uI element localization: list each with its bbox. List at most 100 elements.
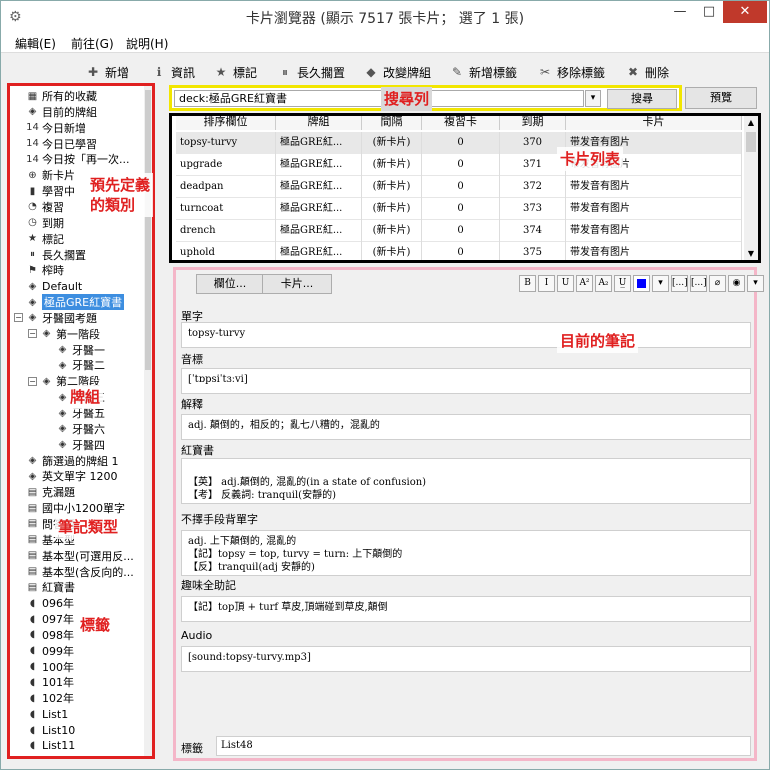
sidebar-item[interactable]: ◖ List1 <box>26 706 68 722</box>
format-button[interactable]: [...] <box>690 275 707 292</box>
sidebar-item[interactable]: ⚑ 榨時 <box>26 262 64 278</box>
sidebar-item[interactable]: ◖ 102年 <box>26 690 74 706</box>
column-header[interactable]: 間隔 <box>362 116 422 130</box>
sidebar-item[interactable]: ◈ 目前的牌組 <box>26 104 97 120</box>
format-button[interactable]: ⌀ <box>709 275 726 292</box>
field-editor[interactable]: adj. 上下顛倒的, 混亂的 【記】topsy = top, turvy = … <box>181 530 751 576</box>
toolbar-info-button[interactable]: ℹ 資訊 <box>151 63 195 81</box>
search-history-dropdown[interactable]: ▾ <box>585 90 601 107</box>
toolbar-plus-button[interactable]: ✚ 新增 <box>85 63 129 81</box>
format-button[interactable]: ◉ <box>728 275 745 292</box>
sidebar-item[interactable]: ◈ Default <box>26 278 83 294</box>
sidebar-item[interactable]: ◖ List10 <box>26 722 75 738</box>
field-editor[interactable]: [ˈtɒpsiˈtɜːvi] <box>181 368 751 394</box>
sidebar-item[interactable]: ◖ 096年 <box>26 595 74 611</box>
expand-toggle-icon[interactable]: − <box>14 313 23 323</box>
sidebar-item[interactable]: ◈ 極品GRE紅寶書 <box>26 294 125 311</box>
format-button[interactable]: B <box>519 275 536 292</box>
menu-edit[interactable]: 編輯(E) <box>15 35 56 52</box>
format-button[interactable] <box>633 275 650 292</box>
format-button[interactable]: U̲ <box>614 275 631 292</box>
search-button[interactable]: 搜尋 <box>607 89 677 109</box>
sidebar-item[interactable]: ◖ 101年 <box>26 674 74 690</box>
expand-toggle-icon[interactable]: − <box>28 329 37 339</box>
sidebar-item[interactable]: ◖ 099年 <box>26 643 74 659</box>
expand-toggle-icon[interactable]: − <box>28 376 37 386</box>
close-button[interactable]: ✕ <box>723 1 767 23</box>
sidebar-item[interactable]: ◔ 複習 <box>26 199 64 215</box>
collection-icon: ▦ <box>27 90 38 102</box>
sidebar-item[interactable]: ◈ 牙醫一 <box>56 342 105 358</box>
table-row[interactable]: drench 極品GRE紅... (新卡片) 0 374 带发音有图片 <box>176 220 742 242</box>
scroll-down-icon[interactable]: ▼ <box>744 249 758 258</box>
format-button[interactable]: A₂ <box>595 275 612 292</box>
sidebar-item[interactable]: 14 今日按「再一次... <box>26 151 129 167</box>
format-button[interactable]: ▾ <box>747 275 764 292</box>
table-row[interactable]: upgrade極品GRE紅...(新卡片)0371带发音有图片 <box>176 154 742 176</box>
format-button[interactable]: [...] <box>671 275 688 292</box>
format-button[interactable]: U <box>557 275 574 292</box>
maximize-button[interactable]: □ <box>695 1 723 23</box>
sidebar-item[interactable]: ★ 標記 <box>26 231 64 247</box>
card-list-scrollbar[interactable]: ▲ ▼ <box>744 116 758 260</box>
card-list-scroll-thumb[interactable] <box>746 132 756 152</box>
sidebar-item[interactable]: ◈ 牙醫二 <box>56 357 105 373</box>
toolbar-tag-add-button[interactable]: ✎ 新增標籤 <box>449 63 517 81</box>
sidebar-item[interactable]: ⊕ 新卡片 <box>26 167 75 183</box>
menu-go[interactable]: 前往(G) <box>71 35 114 52</box>
column-header[interactable]: 複習卡 <box>422 116 500 130</box>
search-input[interactable]: deck:極品GRE紅寶書 <box>174 90 584 107</box>
sidebar-item[interactable]: ▤ 國中小1200單字 <box>26 500 125 516</box>
sidebar-item[interactable]: ◷ 到期 <box>26 215 64 231</box>
sidebar-scroll-thumb[interactable] <box>145 90 151 370</box>
sidebar-item[interactable]: ▦ 所有的收藏 <box>26 88 97 104</box>
minimize-button[interactable]: — <box>665 1 695 23</box>
sidebar-item[interactable]: 14 今日新增 <box>26 120 86 136</box>
sidebar-item[interactable]: ⏸ 長久擱置 <box>26 247 86 263</box>
sidebar-item[interactable]: ◖ 100年 <box>26 659 74 675</box>
tag-add-icon: ✎ <box>451 65 463 79</box>
sidebar-item[interactable]: ◈ 牙醫四 <box>56 437 105 453</box>
sidebar-item[interactable]: ▤ 基本型(可選用反... <box>26 548 134 564</box>
sidebar-item[interactable]: ▤ 克漏題 <box>26 484 75 500</box>
menu-help[interactable]: 說明(H) <box>126 35 168 52</box>
toolbar-deck-button[interactable]: ◆ 改變牌組 <box>363 63 431 81</box>
field-editor[interactable]: topsy-turvy <box>181 322 751 348</box>
table-row[interactable]: uphold 極品GRE紅... (新卡片) 0 375 带发音有图片 <box>176 242 742 260</box>
sidebar-item[interactable]: ◖ 097年 <box>26 611 74 627</box>
field-editor[interactable]: [sound:topsy-turvy.mp3] <box>181 646 751 672</box>
format-button[interactable]: A² <box>576 275 593 292</box>
field-editor[interactable]: adj. 顛倒的，相反的；亂七八糟的，混亂的 <box>181 414 751 440</box>
toolbar-tag-remove-button[interactable]: ✂ 移除標籤 <box>537 63 605 81</box>
sidebar-item[interactable]: ◖ List11 <box>26 738 75 754</box>
sidebar-item[interactable]: ▮ 學習中 <box>26 183 75 199</box>
column-header[interactable]: 牌組 <box>276 116 362 130</box>
fields-button[interactable]: 欄位... <box>196 274 264 294</box>
table-row[interactable]: turncoat 極品GRE紅... (新卡片) 0 373 带发音有图片 <box>176 198 742 220</box>
sidebar-item[interactable]: ◖ 098年 <box>26 627 74 643</box>
format-button[interactable]: ▾ <box>652 275 669 292</box>
toolbar-delete-button[interactable]: ✖ 刪除 <box>625 63 669 81</box>
column-header[interactable]: 排序欄位 <box>176 116 276 130</box>
table-row[interactable]: topsy-turvy 極品GRE紅... (新卡片) 0 370 带发音有图片 <box>176 132 742 154</box>
format-button[interactable]: I <box>538 275 555 292</box>
sidebar-item[interactable]: − ◈ 牙醫國考題 <box>14 310 97 326</box>
field-editor[interactable]: 【記】top頂 + turf 草皮,頂端碰到草皮,顛倒 <box>181 596 751 622</box>
field-editor[interactable]: 【英】 adj.顛倒的, 混亂的(in a state of confusion… <box>181 458 751 504</box>
sidebar-item[interactable]: ▤ 紅寶書 <box>26 579 75 595</box>
scroll-up-icon[interactable]: ▲ <box>744 118 758 127</box>
cards-button[interactable]: 卡片... <box>262 274 332 294</box>
sidebar-item[interactable]: ◈ 牙醫六 <box>56 421 105 437</box>
sidebar-item[interactable]: ◈ 篩選過的牌組 1 <box>26 453 119 469</box>
preview-button[interactable]: 預覽 <box>685 87 757 109</box>
sidebar-item[interactable]: 14 今日已學習 <box>26 136 97 152</box>
toolbar-pause-button[interactable]: ⏸ 長久擱置 <box>277 63 345 81</box>
sidebar-item[interactable]: ▤ 基本型(含反向的... <box>26 564 134 580</box>
column-header[interactable]: 卡片 <box>566 116 742 130</box>
toolbar-star-button[interactable]: ★ 標記 <box>213 63 257 81</box>
sidebar-item[interactable]: ◈ 英文單字 1200 <box>26 468 118 484</box>
table-row[interactable]: deadpan 極品GRE紅... (新卡片) 0 372 带发音有图片 <box>176 176 742 198</box>
column-header[interactable]: 到期 <box>500 116 566 130</box>
tags-input[interactable]: List48 <box>216 736 751 756</box>
sidebar-item[interactable]: − ◈ 第一階段 <box>28 326 100 342</box>
